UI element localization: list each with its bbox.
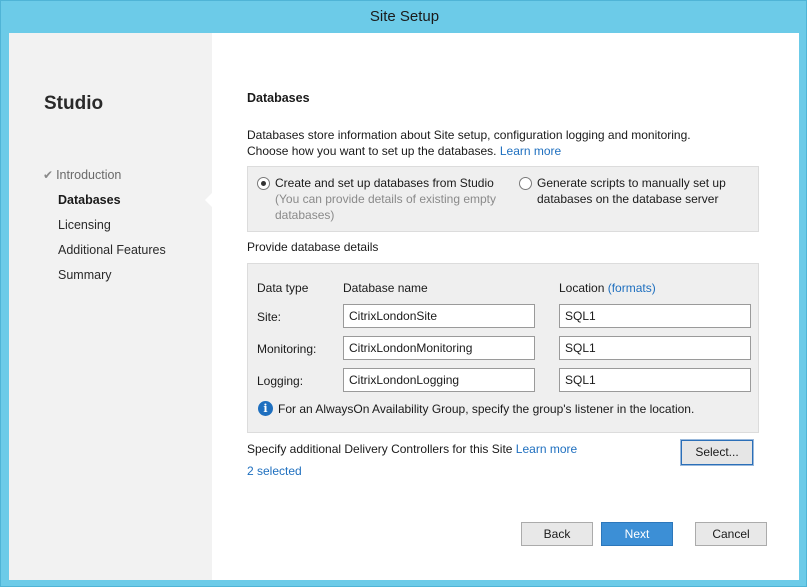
database-details-panel: Data type Database name Location (format…: [247, 263, 759, 433]
additional-controllers-label: Specify additional Delivery Controllers …: [247, 442, 578, 456]
step-additional-features[interactable]: Additional Features: [43, 242, 166, 267]
step-introduction[interactable]: ✔ Introduction: [43, 167, 166, 192]
step-label: Summary: [58, 268, 112, 282]
wizard-steps: ✔ Introduction Databases Licensing Additi…: [43, 167, 166, 292]
page-description: Databases store information about Site s…: [247, 127, 747, 159]
cancel-button[interactable]: Cancel: [695, 522, 767, 546]
row-label-site: Site:: [257, 310, 282, 324]
active-step-pointer: [205, 193, 212, 207]
logging-location-field[interactable]: SQL1: [559, 368, 751, 392]
formats-link[interactable]: (formats): [608, 281, 656, 295]
radio-create-databases[interactable]: [257, 177, 270, 190]
select-controllers-button[interactable]: Select...: [680, 439, 754, 466]
option-create-databases[interactable]: Create and set up databases from Studio …: [275, 175, 505, 223]
step-databases[interactable]: Databases: [43, 192, 166, 217]
option-generate-label-1: Generate scripts to manually set up: [537, 176, 726, 190]
window-title: Site Setup: [369, 8, 440, 25]
monitoring-location-field[interactable]: SQL1: [559, 336, 751, 360]
controllers-selected-link[interactable]: 2 selected: [247, 464, 302, 478]
back-button[interactable]: Back: [521, 522, 593, 546]
wizard-client-area: Studio ✔ Introduction Databases Licensing…: [9, 33, 799, 580]
step-label: Introduction: [56, 168, 122, 182]
site-database-name-field[interactable]: CitrixLondonSite: [343, 304, 535, 328]
step-label: Licensing: [58, 218, 111, 232]
checkmark-icon: ✔: [43, 168, 54, 182]
next-button[interactable]: Next: [601, 522, 673, 546]
col-header-data-type: Data type: [257, 281, 309, 295]
site-setup-window: Site Setup Studio ✔ Introduction Database…: [0, 0, 807, 587]
controllers-learn-more-link[interactable]: Learn more: [516, 442, 577, 456]
studio-title: Studio: [44, 93, 104, 114]
wizard-main-panel: Databases Databases store information ab…: [247, 33, 767, 580]
option-create-sub-1: (You can provide details of existing emp…: [275, 192, 497, 206]
col-header-database-name: Database name: [343, 281, 428, 295]
monitoring-database-name-field[interactable]: CitrixLondonMonitoring: [343, 336, 535, 360]
row-label-monitoring: Monitoring:: [257, 342, 317, 356]
radio-generate-scripts[interactable]: [519, 177, 532, 190]
step-licensing[interactable]: Licensing: [43, 217, 166, 242]
description-line-2: Choose how you want to set up the databa…: [247, 144, 562, 158]
option-create-label: Create and set up databases from Studio: [275, 176, 494, 190]
option-create-sub-2: databases): [275, 208, 335, 222]
option-generate-label-2: databases on the database server: [537, 192, 719, 206]
site-location-field[interactable]: SQL1: [559, 304, 751, 328]
description-line-1: Databases store information about Site s…: [247, 128, 691, 142]
alwayson-info-text: For an AlwaysOn Availability Group, spec…: [278, 402, 695, 416]
database-details-label: Provide database details: [247, 240, 379, 254]
info-icon: i: [258, 401, 273, 416]
step-summary[interactable]: Summary: [43, 267, 166, 292]
database-setup-options: Create and set up databases from Studio …: [247, 166, 759, 232]
col-header-location: Location (formats): [559, 281, 656, 295]
row-label-logging: Logging:: [257, 374, 304, 388]
wizard-sidebar: Studio ✔ Introduction Databases Licensing…: [9, 33, 212, 580]
option-generate-scripts[interactable]: Generate scripts to manually set up data…: [537, 175, 757, 207]
step-label: Additional Features: [58, 243, 166, 257]
page-title: Databases: [247, 91, 310, 105]
step-label: Databases: [58, 193, 121, 207]
logging-database-name-field[interactable]: CitrixLondonLogging: [343, 368, 535, 392]
learn-more-link[interactable]: Learn more: [500, 144, 561, 158]
